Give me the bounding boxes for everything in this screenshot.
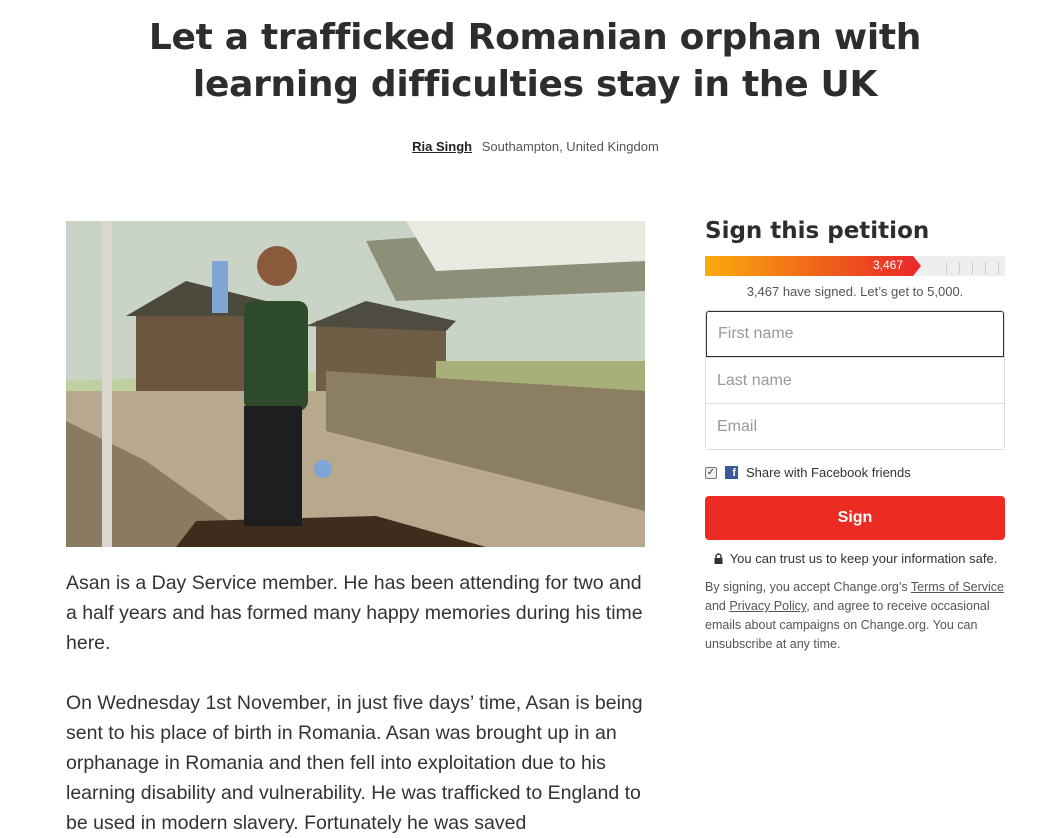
petition-story: Asan is a Day Service member. He has bee…: [66, 568, 651, 838]
facebook-share-label: Share with Facebook friends: [746, 465, 911, 480]
last-name-field[interactable]: [706, 357, 1004, 403]
sign-panel: Sign this petition 3,467 3,467 have sign…: [705, 214, 1005, 654]
story-paragraph: On Wednesday 1st November, in just five …: [66, 692, 643, 834]
privacy-link[interactable]: Privacy Policy: [729, 599, 806, 613]
location-text: Southampton, United Kingdom: [481, 139, 659, 154]
legal-text: and: [705, 599, 730, 613]
petition-title: Let a trafficked Romanian orphan with le…: [148, 17, 922, 105]
progress-fill: 3,467: [705, 256, 914, 276]
legal-text: By signing, you accept Change.org’s: [705, 580, 911, 594]
trust-text: You can trust us to keep your informatio…: [729, 551, 998, 566]
facebook-share-option[interactable]: ✓ f Share with Facebook friends: [705, 465, 1005, 480]
sign-heading: Sign this petition: [705, 218, 930, 244]
sign-button[interactable]: Sign: [705, 496, 1005, 540]
petition-photo: [66, 221, 645, 547]
legal-disclaimer: By signing, you accept Change.org’s Term…: [705, 578, 1005, 654]
email-field[interactable]: [706, 403, 1004, 449]
petition-byline: Ria Singh Southampton, United Kingdom: [0, 139, 1052, 154]
author-link[interactable]: Ria Singh: [412, 139, 472, 154]
trust-note: You can trust us to keep your informatio…: [705, 551, 1005, 566]
sign-form: [705, 310, 1005, 450]
lock-icon: [714, 553, 723, 564]
progress-ticks: [946, 262, 999, 274]
story-paragraph: Asan is a Day Service member. He has bee…: [66, 572, 643, 654]
signature-count: 3,467: [872, 258, 904, 272]
facebook-share-checkbox[interactable]: ✓: [705, 466, 717, 479]
terms-link[interactable]: Terms of Service: [911, 580, 1004, 594]
signed-count-text: 3,467 have signed. Let’s get to 5,000.: [746, 284, 964, 299]
signature-progress-bar: 3,467: [705, 256, 1005, 276]
first-name-field[interactable]: [706, 311, 1004, 357]
progress-tip: [913, 256, 922, 276]
facebook-icon: f: [725, 466, 738, 479]
